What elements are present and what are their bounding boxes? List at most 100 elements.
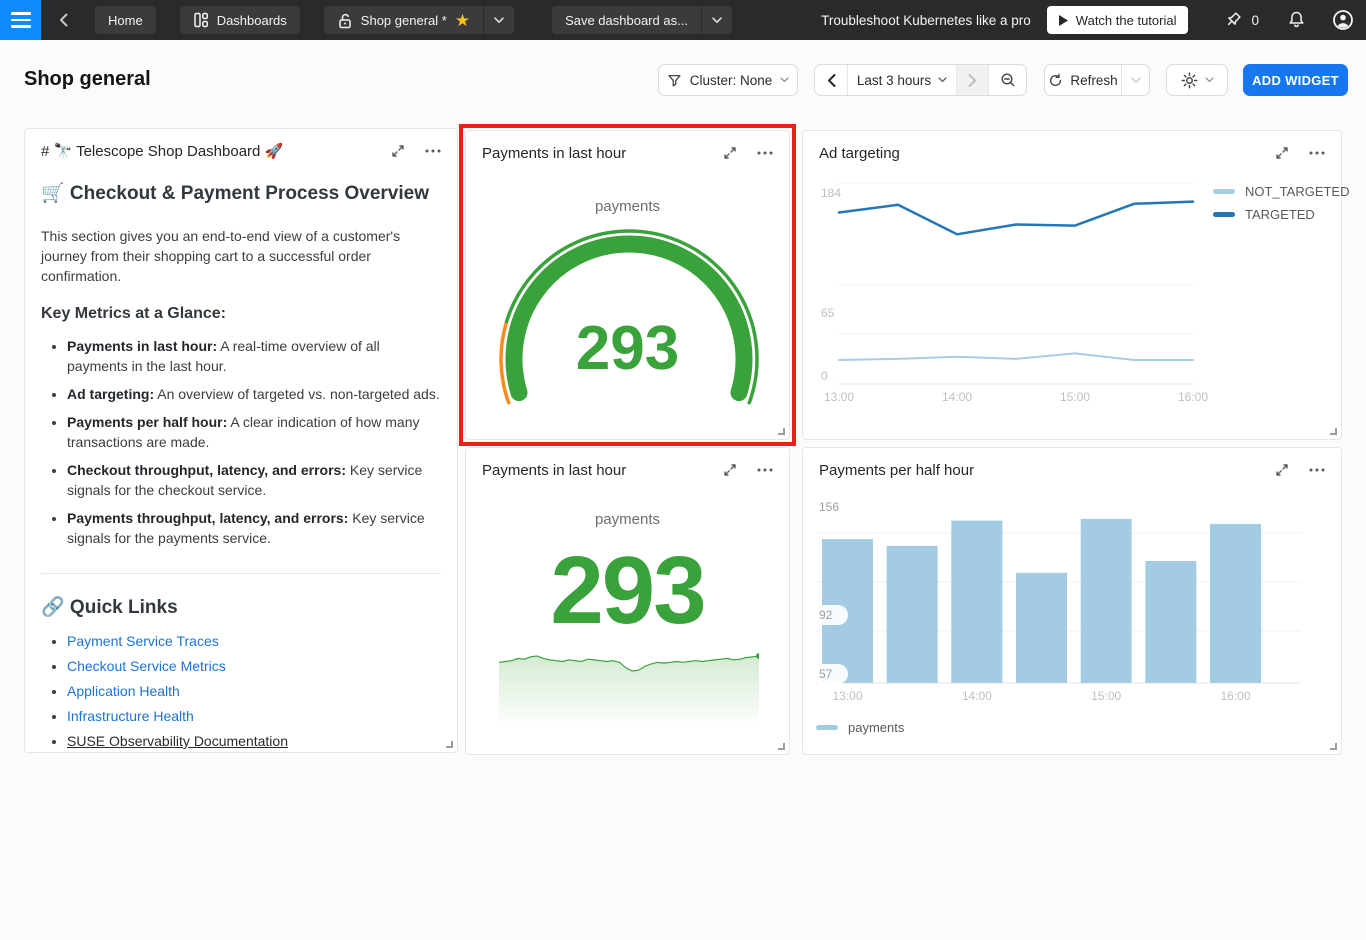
legend-item-not-targeted[interactable]: NOT_TARGETED [1213,184,1350,199]
legend-label: NOT_TARGETED [1245,184,1350,199]
save-dashboard-as-button[interactable]: Save dashboard as... [552,6,701,34]
back-arrow-icon [60,13,68,27]
notifications-button[interactable] [1287,10,1306,30]
widget-menu-button[interactable] [1307,466,1327,474]
ellipsis-icon [757,468,773,472]
svg-text:16:00: 16:00 [1221,689,1251,703]
legend-label: payments [848,720,905,735]
menu-button[interactable] [0,0,41,40]
link-payment-service-traces[interactable]: Payment Service Traces [67,633,219,649]
add-widget-button[interactable]: ADD WIDGET [1243,64,1348,96]
resize-handle[interactable] [778,428,785,435]
legend-item-targeted[interactable]: TARGETED [1213,207,1350,222]
quick-links-heading: 🔗 Quick Links [41,597,178,618]
link-application-health[interactable]: Application Health [67,683,180,699]
widget-menu-button[interactable] [1307,149,1327,157]
refresh-button[interactable]: Refresh [1045,65,1121,95]
svg-text:14:00: 14:00 [942,390,972,404]
save-dashboard-as-chevron[interactable] [700,6,732,34]
add-widget-label: ADD WIDGET [1252,72,1339,88]
ellipsis-icon [1309,151,1325,155]
widget-menu-button[interactable] [755,149,775,157]
big-number-value: 293 [550,537,706,644]
widget-title: Ad targeting [819,144,900,162]
metrics-list: Payments in last hour: A real-time overv… [41,336,441,548]
link-checkout-service-metrics[interactable]: Checkout Service Metrics [67,658,226,674]
time-range-label: Last 3 hours [856,72,932,88]
expand-widget-button[interactable] [721,144,739,162]
list-item: Payments per half hour: A clear indicati… [67,412,441,452]
expand-icon [1276,147,1288,159]
gauge-widget: Payments in last hour payments 293 [465,130,790,440]
watch-tutorial-button[interactable]: Watch the tutorial [1046,6,1189,34]
dashboard-selector: Shop general * ★ [323,6,515,34]
favorite-star-icon[interactable]: ★ [455,12,470,29]
dashboard-name-button[interactable]: Shop general * ★ [324,6,483,34]
dashboard-selector-chevron[interactable] [483,6,514,34]
resize-handle[interactable] [446,741,453,748]
list-item: Checkout throughput, latency, and errors… [67,460,441,500]
expand-widget-button[interactable] [1273,461,1291,479]
svg-text:92: 92 [819,608,833,622]
svg-text:14:00: 14:00 [962,689,992,703]
resize-handle[interactable] [778,743,785,750]
svg-text:0: 0 [821,369,828,383]
promo-text: Troubleshoot Kubernetes like a pro [821,12,1031,28]
back-button[interactable] [41,0,87,40]
widget-menu-button[interactable] [423,147,443,155]
chevron-left-icon [827,73,835,87]
save-dashboard-as-label: Save dashboard as... [565,12,688,28]
payments-bar-chart: 156 92 57 13:00 14:00 15:00 16:00 [812,500,1301,703]
home-button[interactable]: Home [95,6,156,34]
markdown-intro: This section gives you an end-to-end vie… [41,228,401,284]
chevron-down-icon [712,16,722,23]
refresh-label: Refresh [1070,72,1118,88]
watch-tutorial-label: Watch the tutorial [1075,12,1177,28]
top-navbar: Home Dashboards Shop general * ★ Save da [0,0,1366,40]
chart-legend: payments [816,720,904,735]
resize-handle[interactable] [1330,743,1337,750]
zoom-out-time-button[interactable] [988,65,1026,95]
svg-text:13:00: 13:00 [824,390,854,404]
resize-handle[interactable] [1330,428,1337,435]
payments-gauge [499,229,759,405]
home-label: Home [108,12,143,28]
ellipsis-icon [1309,468,1325,472]
time-range-dropdown[interactable]: Last 3 hours [847,65,956,95]
list-item: Application Health [67,683,441,699]
dashboard-settings-button[interactable] [1166,64,1228,96]
chevron-down-icon [938,77,947,83]
user-menu-button[interactable] [1332,9,1354,31]
widget-title: # 🔭 Telescope Shop Dashboard 🚀 [41,143,284,160]
chevron-down-icon [780,77,789,83]
expand-widget-button[interactable] [721,461,739,479]
legend-label: TARGETED [1245,207,1315,222]
markdown-widget: # 🔭 Telescope Shop Dashboard 🚀 🛒 Checkou… [24,128,458,753]
dashboards-icon [193,12,208,28]
refresh-interval-dropdown[interactable] [1121,65,1149,95]
gauge-value: 293 [575,314,680,383]
pinned-views-button[interactable]: 0 [1224,10,1259,30]
widget-menu-button[interactable] [755,466,775,474]
link-infrastructure-health[interactable]: Infrastructure Health [67,708,194,724]
legend-item-payments[interactable]: payments [816,720,904,735]
expand-icon [1276,464,1288,476]
lock-open-icon [339,13,351,28]
expand-icon [724,147,736,159]
legend-swatch-not-targeted [1213,189,1235,194]
dashboards-button[interactable]: Dashboards [179,6,300,34]
ad-targeting-chart: 184 65 0 13:00 14:00 15:00 16:00 [821,182,1208,404]
link-suse-observability-docs[interactable]: SUSE Observability Documentation [67,733,288,749]
legend-swatch-payments [816,725,838,730]
refresh-control: Refresh [1044,64,1150,96]
svg-text:57: 57 [819,667,833,681]
list-item: Payments in last hour: A real-time overv… [67,336,441,376]
payments-per-half-hour-widget: 156 92 57 13:00 14:00 15:00 16:00 Payments per… [802,447,1342,755]
time-back-button[interactable] [815,65,847,95]
cluster-filter-button[interactable]: Cluster: None [658,64,798,96]
cluster-filter-label: Cluster: None [689,72,773,88]
time-forward-button[interactable] [956,65,988,95]
expand-widget-button[interactable] [389,142,407,160]
expand-widget-button[interactable] [1273,144,1291,162]
dashboards-label: Dashboards [216,12,287,28]
